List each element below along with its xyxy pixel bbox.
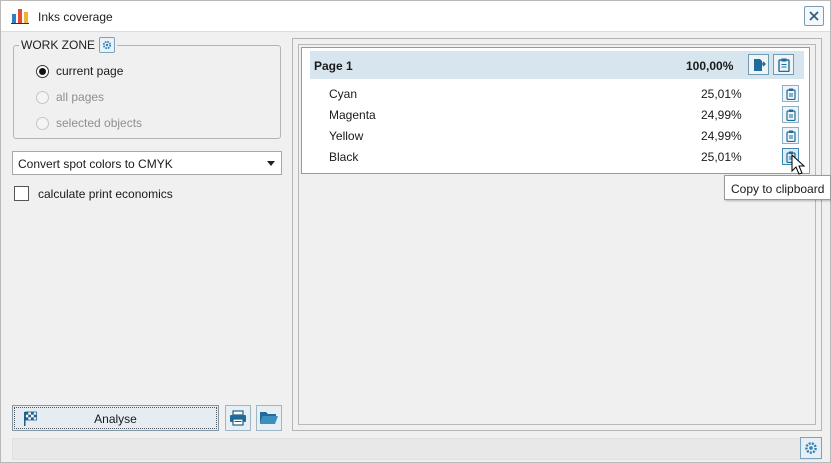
page-title: Page 1 xyxy=(314,59,353,73)
ink-row-magenta: Magenta 24,99% xyxy=(329,106,799,126)
radio-label: current page xyxy=(56,64,124,78)
settings-button[interactable] xyxy=(800,437,822,459)
copy-ink-button[interactable] xyxy=(782,127,799,144)
mouse-cursor-icon xyxy=(791,154,806,175)
ink-row-cyan: Cyan 25,01% xyxy=(329,85,799,105)
close-icon xyxy=(809,11,819,21)
ink-name: Black xyxy=(329,150,359,164)
bar-chart-icon xyxy=(11,9,29,24)
ink-row-black: Black 25,01% xyxy=(329,148,799,168)
ink-row-yellow: Yellow 24,99% xyxy=(329,127,799,147)
print-economics-option[interactable]: calculate print economics xyxy=(14,186,173,201)
printer-icon xyxy=(230,410,246,426)
ink-name: Cyan xyxy=(329,87,358,101)
export-icon xyxy=(753,58,766,71)
tooltip-text: Copy to clipboard xyxy=(731,182,825,196)
clipboard-icon xyxy=(785,109,796,121)
close-button[interactable] xyxy=(804,6,824,26)
print-economics-checkbox[interactable] xyxy=(14,186,29,201)
gear-icon xyxy=(102,40,112,50)
window-title: Inks coverage xyxy=(38,10,113,24)
page-result-header: Page 1 100,00% xyxy=(310,51,804,79)
copy-ink-button[interactable] xyxy=(782,85,799,102)
ink-coverage: 25,01% xyxy=(701,150,742,164)
copy-tooltip: Copy to clipboard xyxy=(724,175,831,200)
status-bar xyxy=(12,438,821,460)
conversion-select[interactable]: Convert spot colors to CMYK xyxy=(12,151,282,175)
clipboard-icon xyxy=(785,88,796,100)
conversion-select-value: Convert spot colors to CMYK xyxy=(18,157,173,171)
folder-open-icon xyxy=(260,412,278,424)
page-total-coverage: 100,00% xyxy=(686,59,734,73)
copy-ink-button[interactable] xyxy=(782,106,799,123)
work-zone-legend: WORK ZONE xyxy=(19,36,117,54)
work-zone-settings-button[interactable] xyxy=(99,37,115,53)
clipboard-icon xyxy=(785,130,796,142)
clipboard-icon xyxy=(777,58,790,72)
radio-label: all pages xyxy=(56,90,105,104)
print-button[interactable] xyxy=(225,405,251,431)
radio-all-pages[interactable]: all pages xyxy=(36,90,104,104)
inks-coverage-window: Inks coverage WORK ZONE current page all… xyxy=(0,0,831,463)
ink-coverage: 25,01% xyxy=(701,87,742,101)
radio-selected-objects[interactable]: selected objects xyxy=(36,116,142,130)
ink-name: Magenta xyxy=(329,108,376,122)
radio-button[interactable] xyxy=(36,116,49,130)
ink-coverage: 24,99% xyxy=(701,129,742,143)
gear-icon xyxy=(805,442,817,454)
title-bar: Inks coverage xyxy=(1,1,830,32)
work-zone-title: WORK ZONE xyxy=(21,38,95,52)
radio-button[interactable] xyxy=(36,90,49,104)
export-button[interactable] xyxy=(748,54,769,75)
open-folder-button[interactable] xyxy=(256,405,282,431)
ink-name: Yellow xyxy=(329,129,364,143)
analyse-label: Analyse xyxy=(94,412,137,426)
chevron-down-icon xyxy=(267,161,275,166)
radio-button[interactable] xyxy=(36,64,49,78)
radio-label: selected objects xyxy=(56,116,143,130)
print-economics-label: calculate print economics xyxy=(38,186,173,201)
radio-current-page[interactable]: current page xyxy=(36,64,123,78)
copy-page-button[interactable] xyxy=(773,54,794,75)
analyse-button[interactable]: Analyse xyxy=(12,405,219,431)
ink-coverage: 24,99% xyxy=(701,108,742,122)
